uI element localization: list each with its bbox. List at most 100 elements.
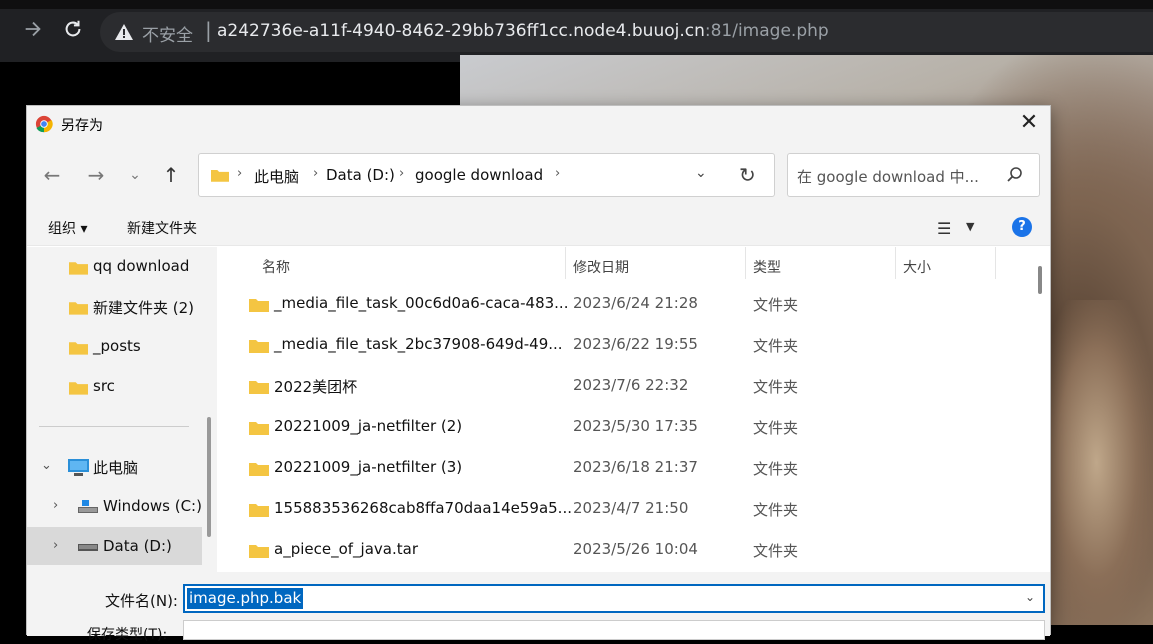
file-name: 20221009_ja-netfilter (3) [274,458,463,476]
file-date: 2023/7/6 22:32 [573,376,689,394]
file-date: 2023/6/18 21:37 [573,458,698,476]
file-name: 2022美团杯 [274,378,358,396]
filetype-label: 保存类型(T): [87,627,168,643]
sidebar-item-posts[interactable]: _posts [27,327,202,365]
search-placeholder: 在 google download 中... [797,168,979,186]
file-type: 文件夹 [753,378,799,396]
breadcrumb[interactable]: › 此电脑 › Data (D:) › google download › ⌄ … [198,153,775,197]
drive-icon [78,544,98,551]
folder-icon [69,382,88,395]
column-divider[interactable] [995,247,996,279]
folder-icon [249,504,269,517]
up-arrow-icon[interactable]: ↑ [160,164,182,186]
sidebar-item-label: 新建文件夹 (2) [93,299,195,317]
sidebar-item-src[interactable]: src [27,367,202,405]
chevron-down-icon[interactable]: ⌄ [1025,590,1035,604]
command-bar: 组织 ▾ 新建文件夹 ☰ ▼ ? [27,208,1050,246]
filetype-select[interactable] [183,620,1045,640]
table-row[interactable]: 155883536268cab8ffa70daa14e59a5... 2023/… [218,489,1030,530]
refresh-icon[interactable]: ↻ [739,163,756,187]
sidebar-divider [39,426,189,427]
chevron-down-icon[interactable]: ⌄ [695,165,707,181]
folder-icon [211,170,229,182]
file-name: 155883536268cab8ffa70daa14e59a5... [274,499,572,517]
navigation-pane: qq download 新建文件夹 (2) _posts src ⌄ 此电脑 ›… [27,247,217,572]
sidebar-scrollbar[interactable] [207,417,211,537]
drive-icon [78,500,98,513]
search-input[interactable]: 在 google download 中... [787,153,1040,197]
search-icon [1007,167,1022,182]
sidebar-item-qq-download[interactable]: qq download [27,247,202,285]
folder-icon [69,342,88,355]
sidebar-item-label: src [93,377,115,395]
chevron-right-icon[interactable]: › [53,498,58,513]
table-row[interactable]: _media_file_task_00c6d0a6-caca-483... 20… [218,284,1030,325]
table-row[interactable]: 20221009_ja-netfilter (2) 2023/5/30 17:3… [218,407,1030,448]
table-row[interactable]: _media_file_task_2bc37908-649d-49... 202… [218,325,1030,366]
file-date: 2023/6/22 19:55 [573,335,698,353]
chevron-right-icon[interactable]: › [53,538,58,553]
forward-arrow-icon[interactable]: → [85,164,107,186]
column-header-type[interactable]: 类型 [745,247,895,283]
chevron-right-icon: › [237,166,243,181]
filename-value[interactable]: image.php.bak [187,588,304,609]
file-type: 文件夹 [753,460,799,478]
view-options-icon[interactable]: ☰ [937,219,951,238]
filename-field[interactable]: image.php.bak ⌄ [183,584,1045,613]
new-folder-button[interactable]: 新建文件夹 [127,218,197,238]
filename-label: 文件名(N): [105,592,178,610]
folder-icon [249,422,269,435]
sidebar-item-windows-c[interactable]: › Windows (C:) [27,487,202,525]
address-bar[interactable]: 不安全 | a242736e-a11f-4940-8462-29bb736ff1… [100,12,1153,52]
folder-icon [249,381,269,394]
url-text: a242736e-a11f-4940-8462-29bb736ff1cc.nod… [217,21,829,41]
sidebar-item-label: Data (D:) [103,537,172,555]
breadcrumb-item-this-pc[interactable]: 此电脑 [254,166,299,187]
dialog-titlebar: 另存为 ✕ [27,106,1050,142]
column-header-date[interactable]: 修改日期 [565,247,745,283]
folder-icon [69,302,88,315]
file-date: 2023/5/26 10:04 [573,540,698,558]
file-type: 文件夹 [753,542,799,560]
file-type: 文件夹 [753,296,799,314]
close-icon[interactable]: ✕ [1017,112,1041,136]
file-name: _media_file_task_00c6d0a6-caca-483... [274,294,569,312]
warning-icon [115,24,133,40]
recent-locations-icon[interactable]: ⌄ [124,164,146,186]
back-arrow-icon[interactable]: ← [41,164,63,186]
tab-strip [0,0,1153,9]
page-image-highlight [1040,300,1153,625]
breadcrumb-item-google-download[interactable]: google download [415,166,543,184]
table-row[interactable]: 2022美团杯 2023/7/6 22:32 文件夹 [218,366,1030,407]
sidebar-item-label: 此电脑 [93,459,139,477]
help-icon[interactable]: ? [1012,217,1032,237]
column-header-name[interactable]: 名称 ⌃ [254,247,564,283]
chrome-logo-icon [35,115,53,133]
file-date: 2023/6/24 21:28 [573,294,698,312]
file-list-scrollbar[interactable] [1038,266,1042,294]
sidebar-item-this-pc[interactable]: ⌄ 此电脑 [27,447,202,485]
file-type: 文件夹 [753,501,799,519]
file-name: _media_file_task_2bc37908-649d-49... [274,335,563,353]
file-date: 2023/4/7 21:50 [573,499,689,517]
chevron-down-icon[interactable]: ⌄ [41,458,52,473]
sidebar-item-label: Windows (C:) [103,497,202,515]
organize-button[interactable]: 组织 ▾ [48,218,87,238]
sidebar-item-data-d[interactable]: › Data (D:) [27,527,202,565]
table-row[interactable]: a_piece_of_java.tar 2023/5/26 10:04 文件夹 [218,530,1030,571]
column-header-size[interactable]: 大小 [895,247,995,283]
computer-icon [68,459,89,476]
table-row[interactable]: 20221009_ja-netfilter (3) 2023/6/18 21:3… [218,448,1030,489]
sidebar-item-label: _posts [93,337,141,355]
reload-icon[interactable] [60,18,86,44]
chevron-down-icon[interactable]: ▼ [966,220,974,233]
folder-icon [249,340,269,353]
file-name: a_piece_of_java.tar [274,540,418,558]
breadcrumb-item-data-d[interactable]: Data (D:) [326,166,395,184]
folder-icon [69,262,88,275]
file-type: 文件夹 [753,337,799,355]
omnibox-divider: | [205,18,212,42]
chevron-right-icon: › [555,166,561,181]
forward-arrow-icon[interactable] [20,18,46,44]
sidebar-item-new-folder-2[interactable]: 新建文件夹 (2) [27,287,202,325]
